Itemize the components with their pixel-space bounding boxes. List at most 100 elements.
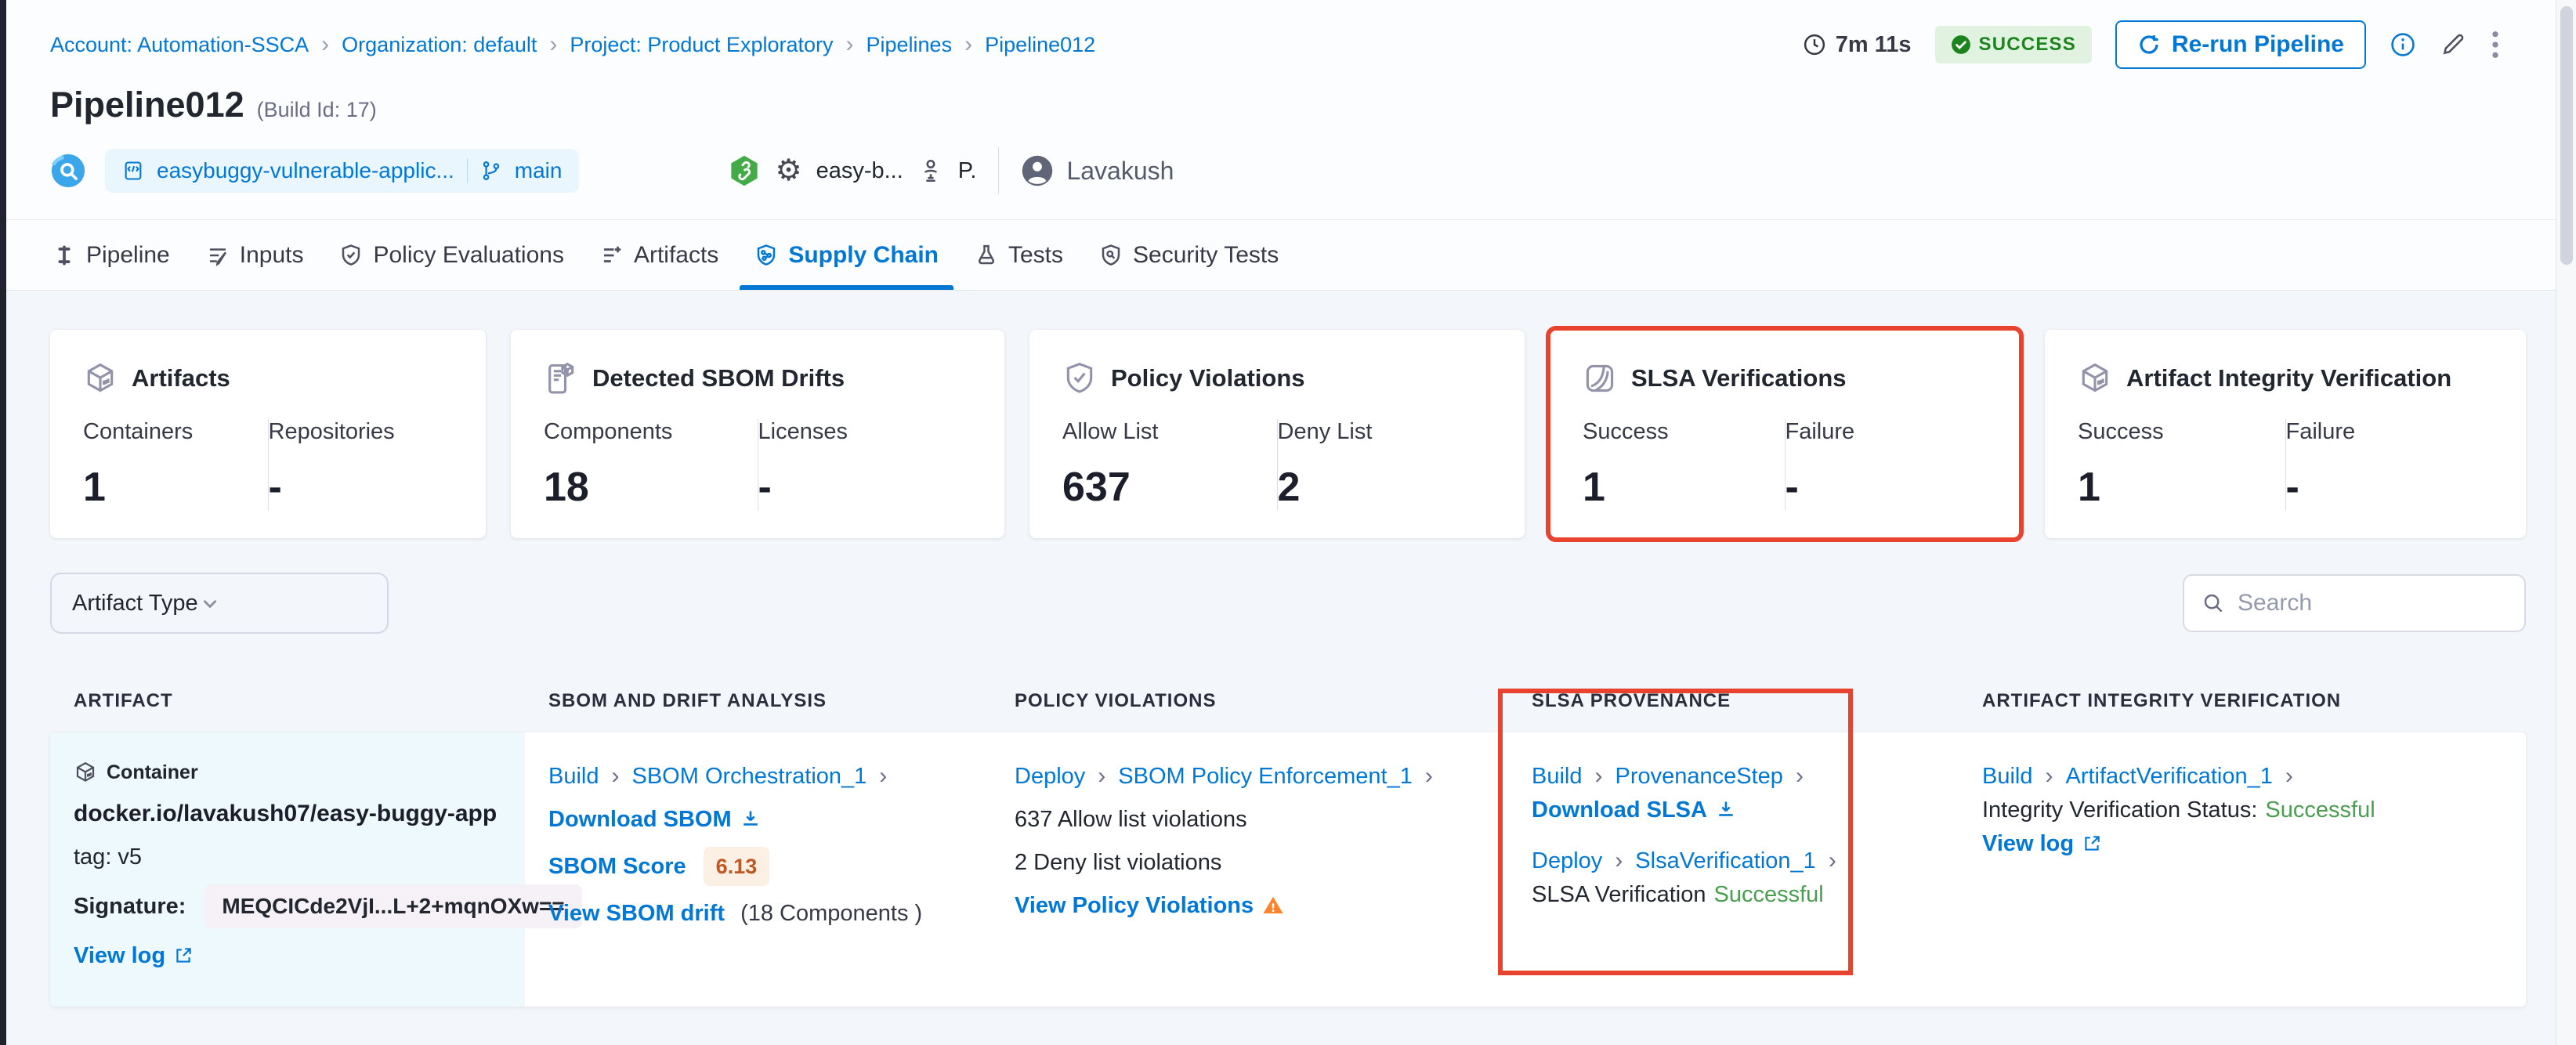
col-artifact: ARTIFACT [74,690,173,711]
view-log-link[interactable]: View log [1982,828,2074,859]
tab-pipeline[interactable]: Pipeline [34,220,188,290]
stat-value: 1 [83,465,106,510]
col-slsa: SLSA PROVENANCE [1532,690,1731,711]
supply-chain-page: Account: Automation-SSCA › Organization:… [0,0,2576,1045]
download-icon [1715,799,1737,821]
tab-artifacts[interactable]: Artifacts [582,220,736,290]
cube-icon [2078,361,2112,396]
col-sbom: SBOM AND DRIFT ANALYSIS [548,690,827,711]
stat-value: 18 [544,465,589,510]
breadcrumb-organization[interactable]: Organization: default [342,33,537,57]
table-row: Container docker.io/lavakush07/easy-bugg… [50,732,2526,1007]
check-circle-icon [1951,34,1971,55]
slsa-cell: Build › ProvenanceStep › Download SLSA D… [1508,732,1959,1007]
drift-component-count: (18 Components ) [740,901,923,926]
breadcrumb-pipeline012[interactable]: Pipeline012 [985,33,1095,57]
summary-cards: Artifacts Containers 1 Repositories - De… [50,326,2526,542]
view-sbom-drift-link[interactable]: View SBOM drift [548,898,725,929]
stat-label: Licenses [758,419,848,444]
slsa-icon [1583,361,1617,396]
step-link[interactable]: SlsaVerification_1 [1635,845,1816,877]
stat-label: Failure [2285,419,2356,444]
breadcrumb-separator: › [549,31,558,57]
tab-supply-chain[interactable]: Supply Chain [736,220,957,290]
stage-link[interactable]: Build [1532,761,1583,792]
view-log-link[interactable]: View log [74,940,165,971]
search-input[interactable] [2238,590,2507,617]
meta-divider [998,147,1000,194]
step-link[interactable]: ProvenanceStep [1615,761,1783,792]
view-policy-violations-link[interactable]: View Policy Violations [1015,890,1254,921]
chip-divider [466,158,468,183]
warning-icon [1261,894,1285,917]
artifact-type-select[interactable]: Artifact Type [50,573,389,634]
tab-tests[interactable]: Tests [957,220,1081,290]
stage-link[interactable]: Build [548,761,599,792]
service-name[interactable]: easy-b... [816,158,903,184]
shield-search-icon [1099,244,1123,267]
slsa-status-label: SLSA Verification [1532,882,1706,907]
step-link[interactable]: ArtifactVerification_1 [2066,761,2273,792]
step-link[interactable]: SBOM Orchestration_1 [632,761,867,792]
search-icon [2202,591,2225,615]
stat-label: Allow List [1062,419,1159,444]
stat-label: Deny List [1277,419,1373,444]
stage-link[interactable]: Deploy [1532,845,1602,877]
breadcrumb-project[interactable]: Project: Product Exploratory [570,33,833,57]
stat-value: - [1785,465,1799,510]
external-link-icon [173,946,194,966]
signature-label: Signature: [74,894,186,919]
tab-policy-evaluations[interactable]: Policy Evaluations [321,220,581,290]
filter-bar: Artifact Type [50,573,2526,634]
delegate-icon [917,157,944,184]
vertical-scrollbar[interactable] [2556,0,2576,1045]
sbom-score-link[interactable]: SBOM Score [548,851,686,882]
connector-icon [728,154,761,187]
run-duration: 7m 11s [1803,32,1912,58]
artifact-cell: Container docker.io/lavakush07/easy-bugg… [50,732,582,1007]
search-box [2183,574,2526,632]
download-slsa-link[interactable]: Download SLSA [1532,794,1707,826]
stat-label: Components [544,419,673,444]
repo-chip: easybuggy-vulnerable-applic... main [105,149,580,193]
download-sbom-link[interactable]: Download SBOM [548,804,732,835]
breadcrumb-separator: › [321,31,330,57]
download-icon [740,808,762,830]
stat-value: - [758,465,772,510]
stat-label: Failure [1785,419,1855,444]
tab-inputs[interactable]: Inputs [188,220,322,290]
repository-icon [122,160,144,182]
breadcrumb: Account: Automation-SSCA › Organization:… [50,33,1095,57]
card-sbom-drifts: Detected SBOM Drifts Components 18 Licen… [511,330,1004,538]
left-nav-edge [0,0,6,1045]
allow-list-violations: 637 Allow list violations [1015,807,1247,832]
edit-icon[interactable] [2440,31,2466,58]
chevron-down-icon [198,591,222,615]
stat-value: 2 [1277,465,1301,510]
artifacts-table: ARTIFACT SBOM AND DRIFT ANALYSIS POLICY … [50,679,2526,1007]
info-icon[interactable] [2390,31,2416,58]
card-slsa-verifications: SLSA Verifications Success 1 Failure - [1546,326,2024,542]
card-artifact-integrity: Artifact Integrity Verification Success … [2045,330,2526,538]
user-name: Lavakush [1066,156,1174,185]
kebab-menu-icon[interactable] [2490,29,2501,60]
stage-link[interactable]: Build [1982,761,2033,792]
trigger-initial[interactable]: P. [958,158,977,184]
policy-cell: Deploy › SBOM Policy Enforcement_1 › 637… [991,732,1508,1007]
build-id: (Build Id: 17) [256,98,377,121]
supply-chain-content: Artifacts Containers 1 Repositories - De… [0,291,2576,1007]
stage-link[interactable]: Deploy [1015,761,1085,792]
rerun-pipeline-button[interactable]: Re-run Pipeline [2115,20,2366,69]
external-link-icon [2082,833,2102,854]
breadcrumb-pipelines[interactable]: Pipelines [867,33,953,57]
stat-label: Success [1583,419,1669,444]
tab-security-tests[interactable]: Security Tests [1081,220,1297,290]
scrollbar-thumb[interactable] [2560,6,2573,265]
breadcrumb-account[interactable]: Account: Automation-SSCA [50,33,309,57]
repo-name[interactable]: easybuggy-vulnerable-applic... [157,158,454,183]
sbom-cell: Build › SBOM Orchestration_1 › Download … [525,732,991,1007]
stat-label: Containers [83,419,194,444]
branch-name[interactable]: main [515,158,563,183]
breadcrumb-separator: › [845,31,854,57]
step-link[interactable]: SBOM Policy Enforcement_1 [1118,761,1413,792]
